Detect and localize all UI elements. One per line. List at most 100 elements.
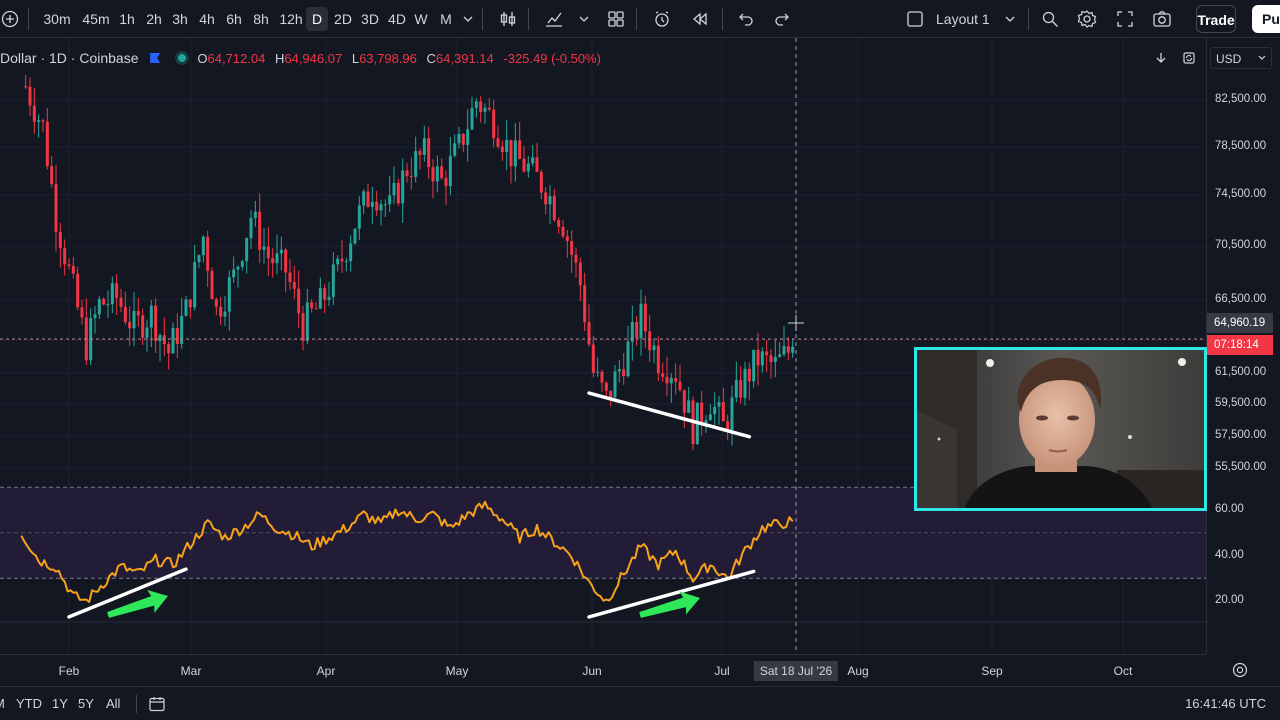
candle-body (548, 195, 552, 205)
replay-icon[interactable] (690, 9, 710, 29)
currency-select[interactable]: USD (1210, 47, 1272, 69)
price-axis[interactable]: 82,500.00 78,500.00 74,500.00 70,500.00 66,5… (1206, 38, 1280, 654)
interval-12h[interactable]: 12h (278, 7, 304, 31)
candle-body (708, 414, 712, 421)
candle-body (197, 255, 201, 263)
interval-45m[interactable]: 45m (80, 7, 112, 31)
candle-body (786, 346, 790, 353)
chevron-down-icon[interactable] (574, 9, 594, 29)
interval-d[interactable]: D (306, 7, 328, 31)
settings-icon[interactable] (1077, 9, 1097, 29)
candle-body (583, 285, 587, 323)
range-5y[interactable]: 5Y (78, 696, 94, 711)
candle-body (249, 217, 253, 239)
candle-body (379, 204, 383, 211)
interval-6h[interactable]: 6h (224, 7, 244, 31)
candle-body (778, 354, 782, 357)
candle-body (635, 322, 639, 338)
interval-4d[interactable]: 4D (386, 7, 408, 31)
candle-body (223, 311, 227, 317)
candle-body (240, 261, 244, 267)
time-axis[interactable]: Sat 18 Jul '26 Feb Mar Apr May Jun Jul Aug Sep O… (0, 654, 1206, 686)
publish-button[interactable]: Pu (1252, 5, 1280, 33)
candle-body (561, 226, 565, 237)
divider (636, 8, 637, 30)
candle-body (362, 191, 366, 206)
price-tick-label: 74,500.00 (1215, 188, 1267, 200)
candle-body (58, 231, 62, 249)
search-icon[interactable] (1040, 9, 1060, 29)
top-toolbar: 30m 45m 1h 2h 3h 4h 6h 8h 12h D 2D 3D 4D W M Layout 1 (0, 0, 1280, 38)
download-icon[interactable] (1150, 47, 1172, 69)
interval-30m[interactable]: 30m (42, 7, 72, 31)
candle-body (297, 288, 301, 314)
range-1y[interactable]: 1Y (52, 696, 68, 711)
candle-body (284, 249, 288, 273)
candle-body (639, 303, 643, 338)
candle-body (336, 258, 340, 265)
chevron-down-icon[interactable] (1000, 9, 1020, 29)
change-value: -325.49 (-0.50%) (503, 51, 601, 66)
camera-icon[interactable] (1152, 9, 1172, 29)
candle-body (704, 420, 708, 424)
layout-icon[interactable] (905, 9, 925, 29)
bar-style-icon[interactable] (498, 9, 518, 29)
divider (136, 695, 137, 713)
candle-body (388, 195, 392, 205)
candle-body (63, 248, 67, 265)
candle-body (773, 356, 777, 362)
interval-2h[interactable]: 2h (144, 7, 164, 31)
refresh-icon[interactable] (1178, 47, 1200, 69)
candle-body (271, 258, 275, 264)
add-icon[interactable] (0, 9, 20, 29)
candle-body (782, 346, 786, 355)
interval-4h[interactable]: 4h (197, 7, 217, 31)
candle-body (214, 299, 218, 307)
candle-body (687, 400, 691, 413)
candle-body (383, 204, 387, 206)
close-label: C (426, 51, 436, 66)
candle-body (145, 327, 149, 338)
chevron-down-icon[interactable] (458, 9, 478, 29)
settings-gear-icon[interactable] (1231, 661, 1249, 679)
templates-icon[interactable] (606, 9, 626, 29)
candle-body (396, 183, 400, 204)
candle-body (596, 371, 600, 373)
interval-2d[interactable]: 2D (332, 7, 354, 31)
candle-body (682, 389, 686, 413)
candle-body (132, 311, 136, 329)
candle-body (453, 143, 457, 156)
divider (482, 8, 483, 30)
range-m[interactable]: M (0, 696, 5, 711)
symbol-title[interactable]: Dollar · 1D · Coinbase (0, 50, 139, 66)
alert-icon[interactable] (652, 9, 672, 29)
redo-icon[interactable] (772, 9, 792, 29)
interval-8h[interactable]: 8h (251, 7, 271, 31)
undo-icon[interactable] (736, 9, 756, 29)
range-all[interactable]: All (106, 696, 120, 711)
range-ytd[interactable]: YTD (16, 696, 42, 711)
interval-m[interactable]: M (438, 7, 454, 31)
candle-body (466, 129, 470, 145)
utc-clock[interactable]: 16:41:46 UTC (1185, 696, 1266, 711)
candle-body (518, 140, 522, 159)
candle-body (756, 349, 760, 366)
trendline (587, 391, 752, 439)
candle-body (505, 139, 509, 153)
chart-area[interactable] (0, 38, 1206, 654)
candle-body (760, 351, 764, 366)
interval-w[interactable]: W (414, 7, 428, 31)
layout-name[interactable]: Layout 1 (936, 7, 996, 31)
indicators-icon[interactable] (544, 9, 564, 29)
trade-button[interactable]: Trade (1196, 5, 1236, 33)
candle-body (149, 305, 153, 328)
candle-body (67, 264, 71, 266)
interval-1h[interactable]: 1h (118, 7, 136, 31)
chart-canvas[interactable] (0, 38, 1206, 654)
interval-3d[interactable]: 3D (359, 7, 381, 31)
interval-3h[interactable]: 3h (170, 7, 190, 31)
candle-body (600, 371, 604, 383)
calendar-icon[interactable] (148, 695, 166, 713)
green-arrow-shape (639, 591, 700, 618)
fullscreen-icon[interactable] (1115, 9, 1135, 29)
